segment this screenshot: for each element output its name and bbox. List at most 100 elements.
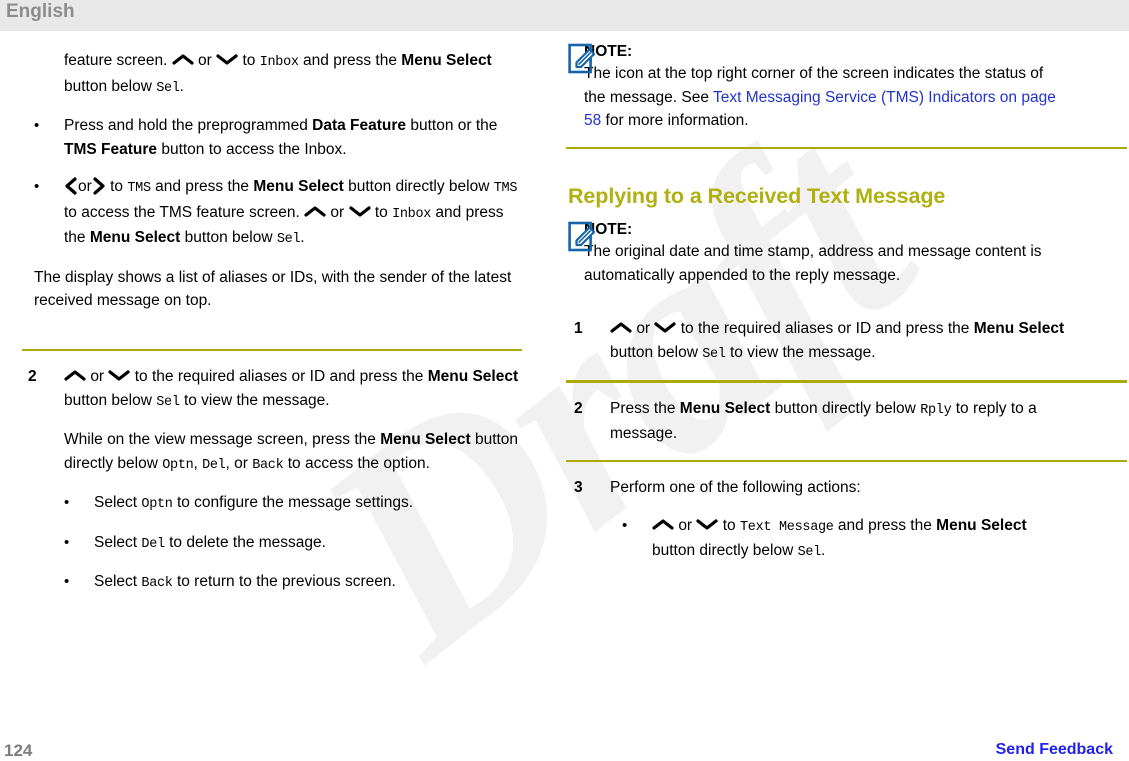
right-column: NOTE: The icon at the top right corner o… xyxy=(566,31,1127,565)
chevron-up-icon xyxy=(172,53,194,66)
list-item: or to TMS and press the Menu Select butt… xyxy=(22,175,522,252)
step-3-options-list: or to Text Message and press the Menu Se… xyxy=(610,514,1068,565)
text-fragment: or xyxy=(198,52,212,69)
send-feedback-link[interactable]: Send Feedback xyxy=(996,741,1113,759)
bold-menu-select-2: Menu Select xyxy=(89,229,181,246)
page-header-bar: English xyxy=(0,0,1129,31)
code-del: Del xyxy=(202,457,226,473)
text-fragment: button below xyxy=(610,343,698,361)
text-fragment: Select xyxy=(94,533,138,551)
text-fragment: and press the xyxy=(303,52,397,69)
text-fragment: to view the message. xyxy=(183,391,330,409)
continuation-paragraph: feature screen. or to Inbox and press th… xyxy=(64,49,522,100)
code-inbox: Inbox xyxy=(259,55,299,70)
text-fragment: or xyxy=(90,368,105,385)
bold-menu-select: Menu Select xyxy=(253,178,344,195)
text-fragment: . xyxy=(821,542,826,559)
text-fragment: to return to the previous screen. xyxy=(176,573,396,590)
text-fragment: to access the option. xyxy=(287,454,430,472)
step-number: 3 xyxy=(574,479,583,496)
text-fragment: , or xyxy=(225,454,248,472)
text-fragment: button below xyxy=(64,391,152,409)
text-fragment: for more information. xyxy=(601,112,749,129)
section-heading-replying: Replying to a Received Text Message xyxy=(568,184,946,208)
document-page: Draft English feature screen. or to Inbo… xyxy=(0,0,1129,761)
text-fragment: or xyxy=(678,516,693,534)
text-fragment: to view the message. xyxy=(729,343,876,361)
text-fragment: or xyxy=(78,178,92,195)
code-text-message: Text Message xyxy=(739,519,834,535)
language-label: English xyxy=(6,1,75,22)
bold-data-feature: Data Feature xyxy=(312,117,407,134)
text-fragment: to xyxy=(110,178,124,195)
chevron-up-icon xyxy=(64,369,86,382)
text-fragment: Press and hold the preprogrammed xyxy=(64,117,308,134)
bold-tms-feature: TMS Feature xyxy=(64,140,158,158)
text-fragment: to xyxy=(722,516,736,534)
code-sel: Sel xyxy=(276,232,301,247)
note-block-reply-append: NOTE: The original date and time stamp, … xyxy=(506,219,1068,287)
page-number: 124 xyxy=(4,741,33,760)
text-fragment: While on the view message screen, press … xyxy=(64,431,376,448)
step-number: 2 xyxy=(28,368,37,385)
code-del: Del xyxy=(141,536,165,552)
step-3-right: 3 Perform one of the following actions: xyxy=(568,476,1068,500)
code-tms-2: TMS xyxy=(493,181,518,196)
text-fragment: and press the xyxy=(155,178,250,195)
text-fragment: Press the xyxy=(610,399,676,417)
text-fragment: button or the xyxy=(410,117,498,134)
text-fragment: . xyxy=(179,77,184,95)
chevron-up-icon xyxy=(304,205,326,218)
code-tms-1: TMS xyxy=(127,181,151,196)
text-fragment: button directly below xyxy=(774,399,916,417)
note-pencil-icon xyxy=(568,43,598,77)
text-fragment: button below xyxy=(64,77,152,95)
bold-menu-select: Menu Select xyxy=(973,320,1065,337)
code-optn: Optn xyxy=(162,457,194,473)
bold-menu-select: Menu Select xyxy=(401,52,492,69)
view-message-paragraph: While on the view message screen, press … xyxy=(64,428,522,477)
code-sel: Sel xyxy=(702,346,726,362)
chevron-down-icon xyxy=(216,53,238,66)
chevron-up-icon xyxy=(652,518,674,531)
code-back: Back xyxy=(141,576,173,591)
step-2-left: 2 or to the required aliases or ID and p… xyxy=(22,365,522,414)
text-fragment: Perform one of the following actions: xyxy=(610,479,861,496)
note-title: NOTE: xyxy=(584,221,633,238)
text-fragment: button to access the Inbox. xyxy=(161,140,347,158)
step-number: 1 xyxy=(574,320,583,337)
step-2-right: 2 Press the Menu Select button directly … xyxy=(568,397,1068,446)
text-fragment: button directly below xyxy=(348,178,490,195)
bold-menu-select: Menu Select xyxy=(936,516,1027,534)
note-title: NOTE: xyxy=(584,43,633,60)
code-sel: Sel xyxy=(156,394,180,410)
chevron-down-icon xyxy=(348,205,371,218)
text-fragment: and press the xyxy=(837,516,932,534)
access-methods-list: Press and hold the preprogrammed Data Fe… xyxy=(22,114,522,252)
list-item: or to Text Message and press the Menu Se… xyxy=(610,514,1068,565)
note-body: The original date and time stamp, addres… xyxy=(584,243,1042,284)
code-sel: Sel xyxy=(156,80,180,96)
text-fragment: or xyxy=(330,203,345,221)
text-fragment: to the required aliases or ID and press … xyxy=(680,320,970,337)
bold-menu-select: Menu Select xyxy=(679,399,771,417)
bold-menu-select: Menu Select xyxy=(380,431,471,448)
text-fragment: Select xyxy=(94,494,138,511)
chevron-up-icon xyxy=(610,321,632,334)
option-actions-list: Select Optn to configure the message set… xyxy=(52,491,522,596)
chevron-left-icon xyxy=(64,177,78,195)
bold-menu-select: Menu Select xyxy=(427,368,519,385)
chevron-down-icon xyxy=(108,369,131,382)
step-1-right: 1 or to the required aliases or ID and p… xyxy=(568,317,1068,366)
left-column: feature screen. or to Inbox and press th… xyxy=(22,31,522,596)
list-item: Press and hold the preprogrammed Data Fe… xyxy=(22,114,522,161)
text-fragment: or xyxy=(636,320,651,337)
code-rply: Rply xyxy=(920,402,952,418)
text-fragment: to delete the message. xyxy=(169,533,326,551)
code-optn: Optn xyxy=(141,497,173,512)
text-fragment: to configure the message settings. xyxy=(176,494,414,511)
list-item: Select Optn to configure the message set… xyxy=(52,491,522,517)
page-footer: 124 Send Feedback xyxy=(0,721,1129,761)
text-fragment: to xyxy=(374,203,388,221)
note-block-tms-indicator: NOTE: The icon at the top right corner o… xyxy=(506,41,1068,133)
